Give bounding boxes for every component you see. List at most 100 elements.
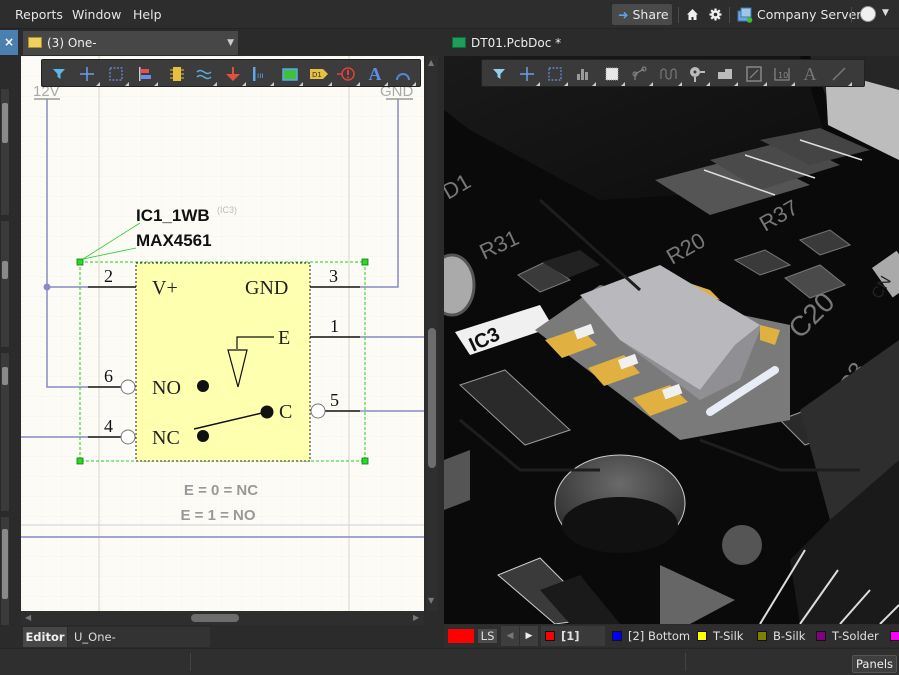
pin-name: V+ xyxy=(152,277,178,299)
component-designator[interactable]: IC1_1WB xyxy=(136,206,210,225)
divider xyxy=(685,653,686,671)
selection-handle[interactable] xyxy=(361,258,369,266)
scrollbar-thumb[interactable] xyxy=(2,529,8,599)
pcb-active-bar: 10 A xyxy=(481,59,865,87)
select-rect-icon[interactable] xyxy=(105,63,129,86)
scroll-right-icon[interactable]: ▶ xyxy=(413,613,419,622)
dock-panel-strip[interactable] xyxy=(0,88,10,216)
scrollbar-thumb[interactable] xyxy=(2,367,8,385)
selection-handle[interactable] xyxy=(76,457,84,465)
port-icon[interactable]: ııı xyxy=(250,63,274,86)
user-avatar[interactable] xyxy=(860,6,876,22)
layer-tab-more[interactable] xyxy=(890,626,899,646)
layer-swatch xyxy=(612,631,622,641)
pin-number: 3 xyxy=(329,266,338,286)
component-icon[interactable] xyxy=(601,63,625,86)
filter-icon[interactable] xyxy=(48,63,70,85)
text-icon[interactable]: A xyxy=(364,63,388,86)
menu-reports[interactable]: Reports xyxy=(15,7,63,22)
layer-tab-bsilk[interactable]: B-Silk xyxy=(757,626,812,646)
tab-pcb-doc[interactable]: DT01.PcbDoc * xyxy=(450,31,600,55)
text-icon[interactable]: A xyxy=(799,63,821,85)
home-icon[interactable] xyxy=(686,8,699,21)
layer-next-icon[interactable]: ▶ xyxy=(520,626,538,646)
scrollbar-thumb[interactable] xyxy=(2,261,8,279)
sheet-symbol-icon[interactable] xyxy=(279,63,303,86)
svg-text:ııı: ııı xyxy=(257,71,264,80)
layer-tab-top[interactable]: [1] Top xyxy=(541,626,605,663)
length-tune-icon[interactable] xyxy=(658,63,682,86)
menu-window[interactable]: Window xyxy=(72,7,121,22)
component-icon[interactable] xyxy=(166,63,188,85)
net-label-icon[interactable]: D1 xyxy=(308,63,332,86)
dock-panel-strip[interactable] xyxy=(0,516,10,626)
scroll-down-icon[interactable]: ▼ xyxy=(428,596,434,605)
share-label: Share xyxy=(632,7,669,22)
chart-icon[interactable] xyxy=(572,63,596,86)
layer-tab-tsolder[interactable]: T-Solder xyxy=(816,626,886,646)
vertical-scrollbar[interactable]: ▲ ▼ xyxy=(426,56,438,611)
component-comment[interactable]: MAX4561 xyxy=(136,231,212,250)
svg-text:10: 10 xyxy=(778,71,788,80)
scrollbar-thumb[interactable] xyxy=(428,328,436,468)
note-text-line1: E = 0 = NC xyxy=(184,482,258,499)
selection-handle[interactable] xyxy=(76,258,84,266)
selection-handle[interactable] xyxy=(361,457,369,465)
company-server-label[interactable]: Company Server xyxy=(757,7,861,22)
align-icon[interactable] xyxy=(134,63,158,86)
pin-inversion-dot xyxy=(310,403,326,419)
layer-tab-bottom[interactable]: [2] Bottom xyxy=(612,626,692,646)
pcb-3d-view[interactable]: D1 R31 R20 R37 C20 R3 CN IC3 xyxy=(444,56,899,624)
mounting-hole xyxy=(444,253,476,317)
horizontal-scrollbar[interactable]: ◀ ▶ xyxy=(21,611,424,625)
divider xyxy=(729,7,730,23)
route-icon[interactable] xyxy=(629,63,653,86)
dock-panel-strip[interactable] xyxy=(0,220,10,348)
pin-number: 6 xyxy=(104,366,113,386)
fill-icon[interactable] xyxy=(714,63,738,86)
schematic-canvas[interactable]: 12V GND IC1_1WB (IC3) MAX4561 2 3 1 6 4 … xyxy=(21,56,424,611)
gear-icon[interactable] xyxy=(709,8,722,21)
net-bus-icon[interactable] xyxy=(193,63,217,86)
chevron-down-icon[interactable]: ▼ xyxy=(882,8,889,18)
close-icon[interactable]: × xyxy=(0,30,18,55)
menu-help[interactable]: Help xyxy=(133,7,162,22)
layer-label: B-Silk xyxy=(773,629,806,643)
line-icon[interactable] xyxy=(828,63,852,86)
share-arrow-icon: ➜ xyxy=(618,7,629,22)
schematic-doc-icon xyxy=(28,37,42,48)
arc-icon[interactable] xyxy=(392,63,416,86)
panels-button[interactable]: Panels xyxy=(852,655,897,673)
scroll-up-icon[interactable]: ▲ xyxy=(428,58,434,67)
tab-editor[interactable]: Editor xyxy=(23,627,67,647)
ground-power-icon[interactable] xyxy=(222,63,246,86)
divider xyxy=(190,653,191,671)
tab-schematic-doc[interactable]: (3) One-Wire_Write_Read.SchDoc ▼ xyxy=(23,31,238,74)
share-button[interactable]: ➜ Share xyxy=(612,4,672,25)
layer-tab-tsilk[interactable]: T-Silk xyxy=(697,626,752,646)
no-erc-icon[interactable] xyxy=(336,63,360,86)
pin-inversion-dot xyxy=(120,429,136,445)
svg-text:D1: D1 xyxy=(312,71,322,79)
status-bar xyxy=(0,648,899,675)
dimension-icon[interactable] xyxy=(743,63,767,86)
chevron-down-icon[interactable]: ▼ xyxy=(227,31,234,55)
crosshair-icon[interactable] xyxy=(76,63,100,86)
scroll-left-icon[interactable]: ◀ xyxy=(25,613,31,622)
dock-panel-strip[interactable] xyxy=(0,352,10,512)
crosshair-icon[interactable] xyxy=(516,63,540,86)
layer-set-swatch xyxy=(448,629,474,643)
scrollbar-thumb[interactable] xyxy=(2,103,8,143)
scrollbar-thumb[interactable] xyxy=(191,614,239,622)
via-icon[interactable] xyxy=(686,63,710,86)
select-rect-icon[interactable] xyxy=(544,63,568,86)
pin-number: 1 xyxy=(330,316,339,336)
layer-prev-icon[interactable]: ◀ xyxy=(501,626,519,646)
string-mask-icon[interactable]: 10 xyxy=(771,63,795,86)
tab-component[interactable]: U_One-Wire_Write_Read xyxy=(68,627,210,664)
schematic-active-bar: ııı D1 A xyxy=(41,59,421,87)
pin-number: 4 xyxy=(104,416,113,436)
test-point xyxy=(722,525,762,565)
filter-icon[interactable] xyxy=(488,63,510,85)
layer-set-button[interactable]: LS xyxy=(448,626,498,646)
